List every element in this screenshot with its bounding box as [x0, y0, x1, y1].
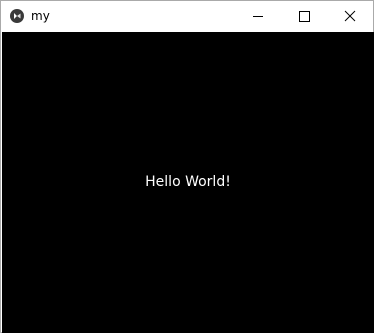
app-window: my Hello World! — [0, 0, 374, 333]
window-title: my — [31, 9, 50, 23]
minimize-button[interactable] — [235, 1, 281, 31]
minimize-icon — [253, 16, 263, 17]
close-icon — [344, 10, 356, 22]
app-content: Hello World! — [2, 32, 374, 333]
title-bar[interactable]: my — [1, 1, 373, 31]
maximize-icon — [299, 11, 310, 22]
kivy-app-icon[interactable] — [10, 9, 24, 23]
maximize-button[interactable] — [281, 1, 327, 31]
close-button[interactable] — [327, 1, 373, 31]
hello-label: Hello World! — [145, 174, 231, 190]
